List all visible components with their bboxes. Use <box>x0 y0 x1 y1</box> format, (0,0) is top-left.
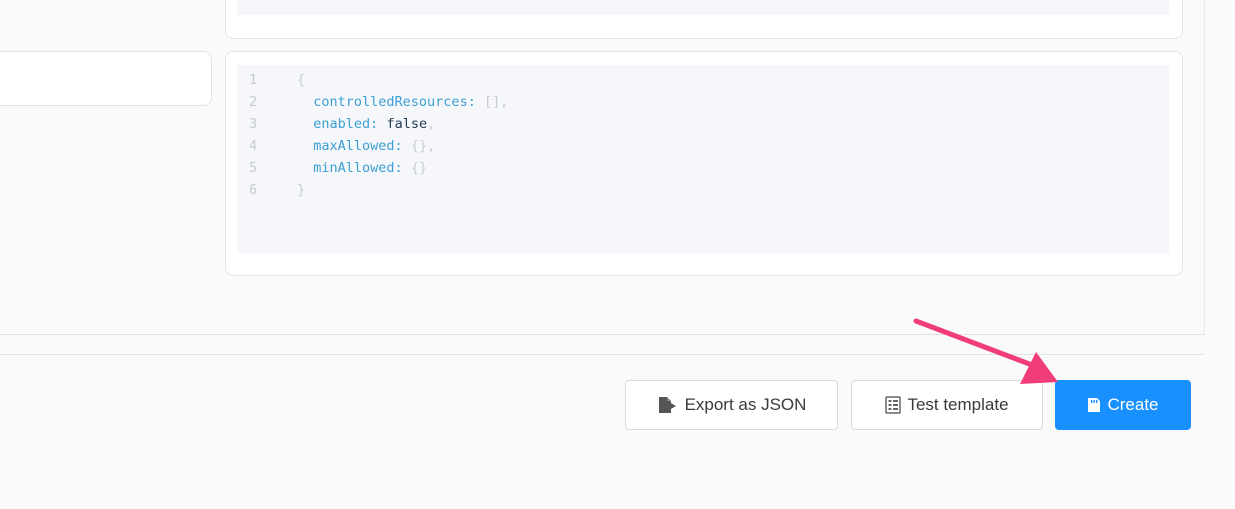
line-number: 5 <box>249 160 258 176</box>
code-punct: {}, <box>410 138 436 154</box>
line-number: 4 <box>249 138 258 154</box>
code-editor-card: 1 {2 controlledResources: [], 3 enabled: f… <box>225 51 1183 276</box>
code-editor-card-previous <box>225 0 1183 39</box>
line-number: 6 <box>249 182 258 198</box>
code-punct: {} <box>410 160 428 176</box>
code-text: maxAllowed: {}, <box>297 135 435 157</box>
code-punct: [], <box>483 94 509 110</box>
code-punct: } <box>297 182 306 198</box>
code-sep: : <box>370 116 387 132</box>
text-input-field[interactable] <box>0 51 212 106</box>
form-panel: 1 {2 controlledResources: [], 3 enabled: f… <box>0 0 1205 335</box>
code-text: controlledResources: [], <box>297 91 508 113</box>
line-number: 1 <box>249 72 258 88</box>
code-editor-previous[interactable] <box>237 0 1169 15</box>
code-punct: , <box>427 116 436 132</box>
code-punct: { <box>297 72 306 88</box>
test-template-label: Test template <box>907 395 1009 414</box>
code-editor[interactable]: 1 {2 controlledResources: [], 3 enabled: f… <box>237 65 1169 253</box>
code-text: } <box>297 179 305 201</box>
export-json-label: Export as JSON <box>684 395 807 414</box>
code-key: minAllowed <box>313 160 395 176</box>
code-sep: : <box>467 94 484 110</box>
footer-divider <box>0 354 1205 355</box>
save-icon <box>1087 397 1101 413</box>
code-key: maxAllowed <box>313 138 395 154</box>
code-sep: : <box>394 160 411 176</box>
code-key: enabled <box>313 116 371 132</box>
code-value: false <box>386 116 428 132</box>
code-text: { <box>297 69 305 91</box>
code-sep: : <box>394 138 411 154</box>
code-text: enabled: false, <box>297 113 435 135</box>
code-key: controlledResources <box>313 94 468 110</box>
create-button[interactable]: Create <box>1055 380 1191 430</box>
line-number: 2 <box>249 94 258 110</box>
create-label: Create <box>1107 395 1159 414</box>
list-checks-icon <box>885 396 902 414</box>
file-export-icon <box>657 396 679 414</box>
line-number: 3 <box>249 116 258 132</box>
test-template-button[interactable]: Test template <box>851 380 1043 430</box>
code-text: minAllowed: {} <box>297 157 427 179</box>
export-json-button[interactable]: Export as JSON <box>625 380 838 430</box>
